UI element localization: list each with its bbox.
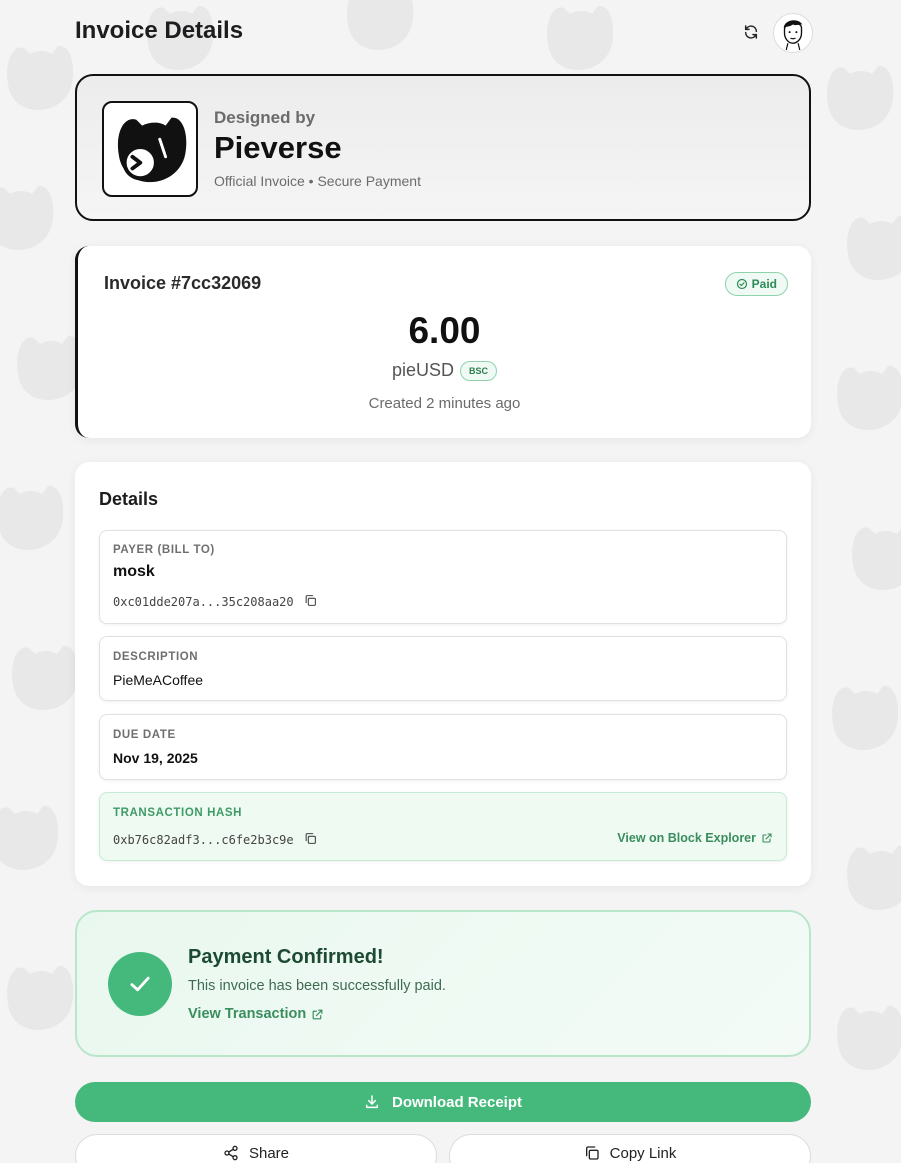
copy-link-label: Copy Link <box>609 1145 677 1162</box>
download-icon <box>365 1095 379 1109</box>
confirmation-description: This invoice has been successfully paid. <box>188 978 446 994</box>
view-transaction-label: View Transaction <box>188 1006 307 1022</box>
payer-address-row: 0xc01dde207a...35c208aa20 <box>113 593 317 610</box>
checkmark-icon <box>130 976 150 992</box>
share-button[interactable]: Share <box>75 1134 437 1163</box>
view-on-explorer-label: View on Block Explorer <box>617 831 756 845</box>
refresh-icon <box>744 25 758 39</box>
avatar[interactable] <box>773 13 813 53</box>
created-timestamp: Created 2 minutes ago <box>368 395 521 412</box>
invoice-page: Invoice Details Designed by Pieverse Off… <box>0 0 901 1163</box>
view-transaction-link[interactable]: View Transaction <box>188 1006 324 1022</box>
invoice-number: Invoice #7cc32069 <box>104 273 262 293</box>
download-receipt-button[interactable]: Download Receipt <box>75 1082 811 1122</box>
copy-hash-button[interactable] <box>304 832 317 848</box>
currency-row: pieUSD BSC <box>78 360 811 381</box>
copy-icon <box>305 595 316 607</box>
transaction-hash-row: 0xb76c82adf3...c6fe2b3c9e <box>113 831 317 848</box>
avatar-illustration-icon <box>783 20 803 50</box>
description-value: PieMeACoffee <box>113 672 204 688</box>
pieverse-cat-logo-icon <box>117 117 187 183</box>
chain-badge: BSC <box>460 360 498 381</box>
invoice-amount: 6.00 <box>408 310 481 351</box>
confirmation-title: Payment Confirmed! <box>188 946 384 968</box>
payer-address: 0xc01dde207a...35c208aa20 <box>113 595 294 609</box>
transaction-hash-field: TRANSACTION HASH 0xb76c82adf3...c6fe2b3c… <box>99 792 787 861</box>
copy-address-button[interactable] <box>304 594 317 610</box>
payer-name: mosk <box>113 563 155 580</box>
check-circle-icon <box>736 278 747 290</box>
due-date-label: DUE DATE <box>113 729 176 741</box>
designed-by-label: Designed by <box>214 108 316 127</box>
brand-name: Pieverse <box>214 130 342 165</box>
brand-card: Designed by Pieverse Official Invoice • … <box>75 74 811 221</box>
page-title: Invoice Details <box>75 17 244 44</box>
due-date-field: DUE DATE Nov 19, 2025 <box>99 714 787 780</box>
external-link-icon <box>762 833 772 843</box>
copy-link-button[interactable]: Copy Link <box>449 1134 811 1163</box>
external-link-icon <box>312 1009 323 1019</box>
payer-label: PAYER (BILL TO) <box>113 544 215 556</box>
confirmed-check-badge <box>108 952 172 1016</box>
share-label: Share <box>248 1145 290 1162</box>
download-receipt-label: Download Receipt <box>391 1093 522 1111</box>
brand-subtitle: Official Invoice • Secure Payment <box>214 173 421 189</box>
brand-logo <box>102 101 198 197</box>
payer-field: PAYER (BILL TO) mosk 0xc01dde207a...35c2… <box>99 530 787 624</box>
description-label: DESCRIPTION <box>113 651 199 663</box>
refresh-button[interactable] <box>740 21 762 43</box>
payment-confirmed-card: Payment Confirmed! This invoice has been… <box>75 910 811 1057</box>
currency-label: pieUSD <box>391 360 454 380</box>
invoice-summary-card: Invoice #7cc32069 Paid 6.00 pieUSD BSC C… <box>75 246 811 438</box>
copy-icon <box>305 833 316 845</box>
status-badge-label: Paid <box>751 277 777 291</box>
share-icon <box>224 1145 238 1161</box>
transaction-hash-value: 0xb76c82adf3...c6fe2b3c9e <box>113 833 294 847</box>
details-title: Details <box>99 489 159 509</box>
due-date-value: Nov 19, 2025 <box>113 750 198 766</box>
status-badge: Paid <box>724 272 788 296</box>
copy-icon <box>585 1146 599 1160</box>
description-field: DESCRIPTION PieMeACoffee <box>99 636 787 701</box>
view-on-explorer-link[interactable]: View on Block Explorer <box>617 831 773 845</box>
details-card: Details PAYER (BILL TO) mosk 0xc01dde207… <box>75 462 811 886</box>
transaction-hash-label: TRANSACTION HASH <box>113 807 243 819</box>
